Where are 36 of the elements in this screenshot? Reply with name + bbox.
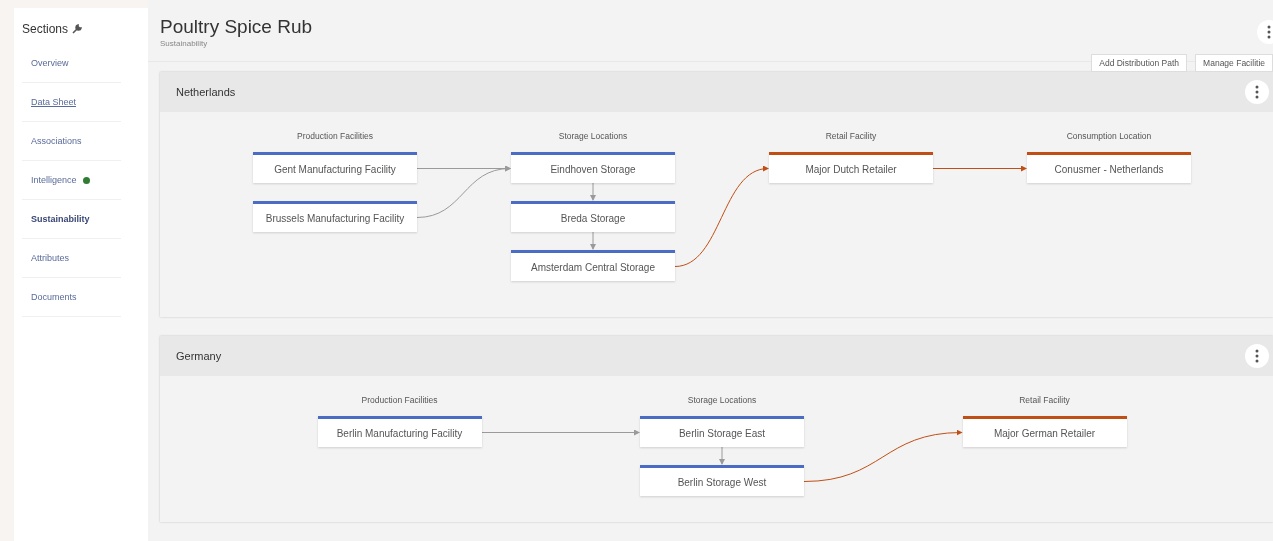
connector-arrow: [590, 182, 596, 201]
sidebar-link[interactable]: Associations: [31, 136, 82, 146]
facility-node[interactable]: Conusmer - Netherlands: [1027, 152, 1191, 183]
sidebar-link[interactable]: Documents: [31, 292, 77, 302]
column-heading: Production Facilities: [360, 395, 439, 405]
page-title: Poultry Spice Rub: [160, 16, 313, 38]
facility-node[interactable]: Gent Manufacturing Facility: [253, 152, 417, 183]
toolbar-button[interactable]: Manage Facilitie: [1195, 54, 1273, 72]
column-heading: Consumption Location: [1065, 131, 1153, 141]
facility-node[interactable]: Berlin Manufacturing Facility: [317, 416, 482, 447]
wrench-icon[interactable]: [72, 24, 83, 34]
facility-node[interactable]: Amsterdam Central Storage: [511, 250, 675, 281]
sidebar-link[interactable]: Sustainability: [31, 214, 90, 224]
facility-node[interactable]: Major Dutch Retailer: [769, 152, 933, 183]
facility-node[interactable]: Brussels Manufacturing Facility: [253, 201, 417, 232]
sidebar-link[interactable]: Intelligence: [31, 175, 77, 185]
sidebar-link[interactable]: Overview: [31, 58, 69, 68]
facility-node[interactable]: Berlin Storage East: [640, 416, 804, 447]
connector-arrow: [719, 446, 725, 465]
sidebar-title: Sections: [22, 22, 69, 36]
toolbar-button[interactable]: Add Distribution Path: [1091, 54, 1188, 72]
column-heading: Storage Locations: [557, 131, 629, 141]
region-title: Netherlands: [176, 86, 236, 98]
connector-arrow: [590, 231, 596, 250]
page-subtitle: Sustainability: [160, 39, 209, 48]
facility-node[interactable]: Berlin Storage West: [640, 465, 804, 496]
column-heading: Storage Locations: [686, 395, 758, 405]
sidebar-link[interactable]: Data Sheet: [31, 97, 77, 107]
column-heading: Retail Facility: [1018, 395, 1071, 405]
sidebar-link[interactable]: Attributes: [31, 253, 70, 263]
region-title: Germany: [176, 350, 222, 362]
facility-node[interactable]: Eindhoven Storage: [511, 152, 675, 183]
facility-node[interactable]: Breda Storage: [511, 201, 675, 232]
facility-node[interactable]: Major German Retailer: [962, 416, 1127, 447]
column-heading: Retail Facility: [824, 131, 878, 141]
column-heading: Production Facilities: [295, 131, 375, 141]
